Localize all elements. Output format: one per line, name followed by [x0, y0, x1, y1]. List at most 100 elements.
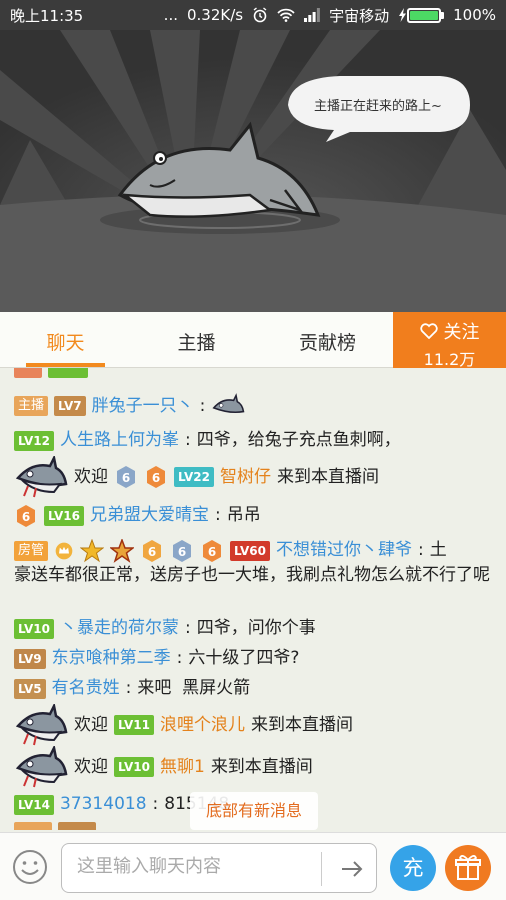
send-arrow-icon[interactable]	[330, 852, 374, 886]
username[interactable]: 胖兔子一只丶	[92, 394, 194, 419]
host-badge: 主播	[14, 396, 49, 416]
message-text-start: 土	[429, 540, 447, 560]
username[interactable]: 兄弟盟大爱晴宝	[90, 503, 209, 528]
wifi-icon	[277, 8, 295, 22]
svg-text:6: 6	[178, 545, 186, 559]
battery-icon	[398, 7, 445, 23]
svg-text:6: 6	[208, 545, 216, 559]
message-text: 豪送车都很正常，送房子也一大堆，我刷点礼物怎么就不行了呢	[14, 565, 490, 585]
list-item[interactable]: 房管 6 6 6 LV60 不想错过你丶肆爷: 土 豪送车都很正常，送房子也一大…	[14, 538, 494, 588]
list-item[interactable]: 欢迎 6 6 LV22 智树仔 来到本直播间	[14, 456, 494, 498]
svg-text:6: 6	[22, 510, 30, 524]
level-medal-icon: 6	[147, 466, 165, 488]
follow-label: 关注	[443, 322, 480, 343]
admin-badge: 房管	[14, 540, 49, 561]
speech-bubble-text: 主播正在赶来的路上~	[314, 98, 442, 114]
chat-input-bar: 充	[0, 832, 506, 900]
shark-avatar-icon	[15, 456, 68, 498]
level-medal-icon: 6	[173, 539, 192, 562]
gift-button[interactable]	[445, 845, 491, 891]
list-item[interactable]: LV5 有名贵姓: 来吧 黑屏火箭	[14, 676, 494, 701]
shark-emoji-icon	[212, 393, 245, 414]
level-badge: LV60	[230, 540, 270, 561]
username[interactable]: 無聊1	[160, 755, 205, 780]
welcome-text: 欢迎	[74, 466, 108, 487]
welcome-text: 欢迎	[74, 714, 108, 735]
list-item[interactable]: LV10 丶暴走的荷尔蒙: 四爷，问你个事	[14, 616, 494, 641]
network-speed: 0.32K/s	[186, 6, 244, 24]
list-item[interactable]: 6 LV16 兄弟盟大爱晴宝: 吊吊	[14, 503, 494, 528]
message-text: 来吧 黑屏火箭	[137, 678, 251, 698]
chat-list[interactable]: 主播 LV7 胖兔子一只丶: LV12 人生路上何为峯: 四爷，给兔子充点鱼刺啊…	[0, 368, 506, 830]
tab-chat[interactable]: 聊天	[0, 312, 131, 367]
shark-avatar-icon	[15, 704, 68, 746]
list-item[interactable]: 主播 LV7 胖兔子一只丶:	[14, 393, 494, 419]
username[interactable]: 37314018	[60, 792, 147, 817]
heart-icon	[419, 323, 438, 339]
status-bar: 晚上11:35 ... 0.32K/s 宇宙移动 100%	[0, 0, 506, 30]
level-medal-icon: 6	[143, 539, 162, 562]
level-badge: LV9	[14, 648, 46, 669]
username[interactable]: 东京喰种第二季	[52, 646, 171, 671]
list-item[interactable]: LV9 东京喰种第二季: 六十级了四爷?	[14, 646, 494, 671]
username[interactable]: 人生路上何为峯	[60, 428, 179, 453]
status-time: 晚上11:35	[10, 6, 84, 25]
message-text: 来到本直播间	[250, 714, 353, 735]
sep: :	[152, 794, 159, 814]
recharge-button[interactable]: 充	[390, 845, 436, 891]
waiting-shark-illustration: 主播正在赶来的路上~	[0, 30, 506, 312]
message-text: 来到本直播间	[210, 756, 313, 777]
username[interactable]: 智树仔	[220, 465, 271, 490]
level-badge: LV11	[114, 715, 154, 735]
level-medal-icon: 6	[203, 539, 222, 562]
message-text: 六十级了四爷?	[188, 648, 300, 668]
list-item[interactable]: 欢迎 LV10 無聊1 来到本直播间	[14, 746, 494, 788]
follower-count: 11.2万	[423, 350, 476, 369]
sep: :	[184, 618, 191, 638]
star-medal-icon	[110, 538, 135, 563]
carrier-name: 宇宙移动	[329, 6, 390, 25]
level-badge: LV7	[54, 396, 86, 416]
level-badge: LV10	[14, 618, 54, 639]
new-message-toast[interactable]: 底部有新消息	[190, 792, 318, 830]
battery-percent: 100%	[453, 6, 496, 24]
star-medal-icon	[80, 538, 105, 562]
username[interactable]: 丶暴走的荷尔蒙	[60, 616, 179, 641]
message-text: 四爷，问你个事	[196, 618, 316, 638]
chat-input[interactable]	[77, 856, 317, 877]
level-badge: LV10	[114, 757, 154, 777]
username[interactable]: 不想错过你丶肆爷	[276, 538, 412, 563]
divider	[321, 852, 322, 886]
chat-input-field	[61, 843, 377, 893]
sep: :	[184, 430, 191, 450]
level-badge: LV12	[14, 430, 54, 451]
message-text: 四爷，给兔子充点鱼刺啊，	[196, 430, 401, 450]
svg-text:6: 6	[122, 471, 130, 485]
status-dots: ...	[163, 6, 178, 24]
follow-button[interactable]: 关注 11.2万	[393, 312, 506, 369]
tab-bar: 聊天 主播 贡献榜 关注 11.2万	[0, 312, 506, 369]
message-text: 来到本直播间	[276, 466, 379, 487]
tab-anchor[interactable]: 主播	[131, 312, 262, 367]
level-badge: LV22	[174, 467, 214, 487]
live-video-area[interactable]: 主播正在赶来的路上~	[0, 30, 506, 312]
level-badge: LV5	[14, 678, 46, 699]
svg-text:6: 6	[148, 545, 156, 559]
username[interactable]: 有名贵姓	[52, 676, 120, 701]
crown-icon	[55, 542, 73, 559]
level-medal-icon: 6	[117, 466, 135, 488]
tab-contribution[interactable]: 贡献榜	[262, 312, 393, 367]
alarm-icon	[253, 7, 267, 23]
username[interactable]: 浪哩个浪儿	[160, 713, 245, 738]
sep: :	[125, 678, 132, 698]
emoji-icon[interactable]	[12, 849, 48, 885]
sep: :	[214, 505, 221, 525]
welcome-text: 欢迎	[74, 756, 108, 777]
sep: :	[418, 540, 424, 560]
list-item[interactable]: 欢迎 LV11 浪哩个浪儿 来到本直播间	[14, 704, 494, 746]
gift-icon	[455, 855, 481, 880]
level-badge: LV14	[14, 794, 54, 815]
list-item[interactable]: LV12 人生路上何为峯: 四爷，给兔子充点鱼刺啊，	[14, 428, 494, 453]
sep: :	[176, 648, 183, 668]
shark-avatar-icon	[15, 746, 68, 788]
